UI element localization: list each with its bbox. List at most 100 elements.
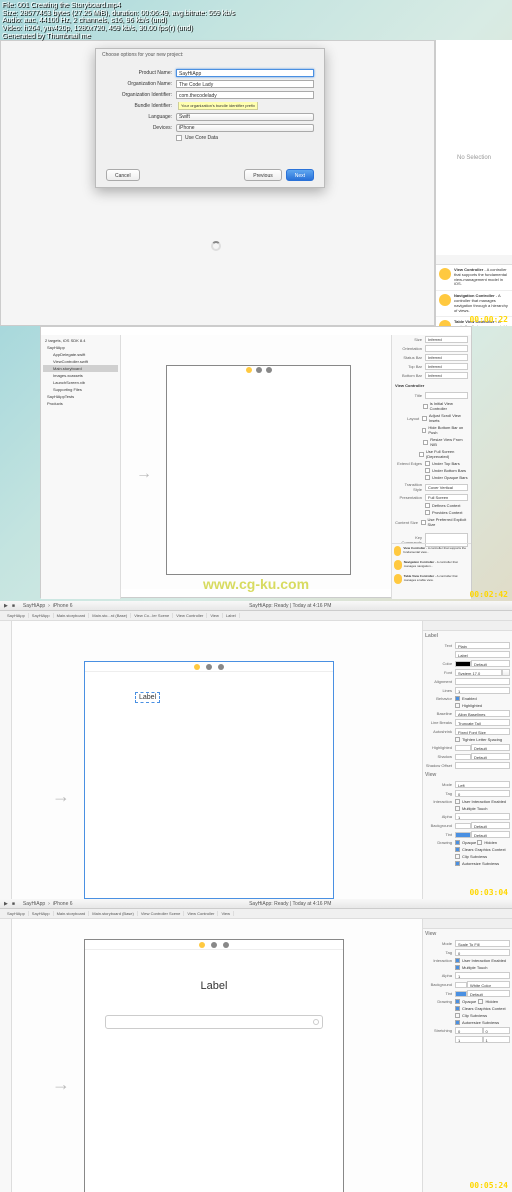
- bc-item[interactable]: View Controller Scene: [138, 911, 185, 916]
- bc-item[interactable]: SayHiApp: [4, 613, 29, 618]
- coredata-checkbox[interactable]: [176, 135, 182, 141]
- color-swatch[interactable]: [455, 661, 471, 667]
- alignment-control[interactable]: [455, 678, 510, 685]
- next-button[interactable]: Next: [286, 169, 314, 181]
- library-tab-bar[interactable]: [436, 255, 512, 265]
- previous-button[interactable]: Previous: [244, 169, 281, 181]
- vc-icon: [199, 942, 205, 948]
- nav-item[interactable]: SayHiAppTests: [43, 393, 118, 400]
- product-name-input[interactable]: SayHiApp: [176, 69, 314, 77]
- bc-item[interactable]: Main.storyboard: [54, 911, 90, 916]
- nav-item[interactable]: Products: [43, 400, 118, 407]
- view-controller-icon: [439, 268, 451, 280]
- navigator-panel: 2 targets, iOS SDK 8.4 SayHiApp AppDeleg…: [41, 335, 121, 599]
- timestamp: 00:02:42: [469, 590, 508, 599]
- label-element[interactable]: Label: [135, 692, 160, 703]
- lines-input[interactable]: 1: [455, 687, 510, 694]
- frame-4: ▶ ■ SayHiApp › iPhone 6 SayHiApp: Ready …: [0, 899, 512, 1192]
- library-item[interactable]: View Controller - A controller that supp…: [392, 544, 471, 558]
- initial-vc-checkbox[interactable]: [423, 404, 428, 409]
- highlighted-checkbox[interactable]: [455, 703, 460, 708]
- bc-item[interactable]: SayHiApp: [29, 911, 54, 916]
- bc-item[interactable]: Label: [223, 613, 240, 618]
- bc-item[interactable]: View Controller: [184, 911, 218, 916]
- inspector-tabs[interactable]: [423, 621, 512, 631]
- nav-item-selected[interactable]: Main.storyboard: [43, 365, 118, 372]
- exit-icon: [223, 942, 229, 948]
- watermark: www.cg-ku.com: [203, 576, 309, 592]
- org-name-input[interactable]: The Code Lady: [176, 80, 314, 88]
- text-style-select[interactable]: Plain: [455, 642, 510, 649]
- storyboard-canvas[interactable]: → Label: [12, 621, 422, 899]
- mode-select[interactable]: Scale To Fill: [455, 940, 510, 947]
- storyboard-canvas[interactable]: →: [121, 335, 391, 589]
- textfield-element[interactable]: [105, 1015, 323, 1029]
- scheme-app[interactable]: SayHiApp: [23, 603, 45, 609]
- frame-3: ▶ ■ SayHiApp › iPhone 6 SayHiApp: Ready …: [0, 601, 512, 899]
- library-item-nav-controller[interactable]: Navigation Controller - A controller tha…: [436, 291, 512, 317]
- font-select[interactable]: System 17.0: [455, 669, 502, 676]
- run-button[interactable]: ▶: [4, 603, 8, 609]
- scheme-device[interactable]: iPhone 6: [53, 901, 73, 907]
- library-item[interactable]: Table View Controller - A controller tha…: [392, 572, 471, 586]
- nav-icon: [394, 560, 402, 570]
- library-item-view-controller[interactable]: View Controller - A controller that supp…: [436, 265, 512, 291]
- enabled-checkbox[interactable]: [455, 696, 460, 701]
- user-interaction-checkbox[interactable]: [455, 958, 460, 963]
- bc-item[interactable]: Main.storyboard (Base): [89, 911, 138, 916]
- view-controller-scene[interactable]: Label: [84, 939, 344, 1192]
- toolbar: ▶ ■ SayHiApp › iPhone 6 SayHiApp: Ready …: [0, 899, 512, 909]
- responder-icon: [211, 942, 217, 948]
- bc-item[interactable]: View Co...ler Scene: [131, 613, 173, 618]
- bc-item[interactable]: Main.sto...rd (Base): [89, 613, 131, 618]
- bc-item[interactable]: Main.storyboard: [54, 613, 90, 618]
- language-select[interactable]: Swift: [176, 113, 314, 121]
- nav-item[interactable]: Images.xcassets: [43, 372, 118, 379]
- clear-icon: [313, 1019, 319, 1025]
- stop-button[interactable]: ■: [12, 901, 15, 907]
- video-metadata-overlay: File: 001 Creating the Storyboard.mp4 Si…: [0, 0, 237, 42]
- bc-item[interactable]: View: [218, 911, 234, 916]
- navigator-collapsed[interactable]: [0, 621, 12, 899]
- bc-item[interactable]: SayHiApp: [4, 911, 29, 916]
- view-controller-scene[interactable]: [166, 365, 351, 575]
- bg-swatch[interactable]: [455, 982, 467, 988]
- devices-select[interactable]: iPhone: [176, 124, 314, 132]
- stop-button[interactable]: ■: [12, 603, 15, 609]
- alpha-input[interactable]: 1: [455, 972, 510, 979]
- tint-swatch[interactable]: [455, 991, 467, 997]
- label-element[interactable]: Label: [201, 980, 228, 992]
- org-id-input[interactable]: com.thecodelady: [176, 91, 314, 99]
- bc-item[interactable]: View: [207, 613, 223, 618]
- font-stepper[interactable]: [502, 669, 510, 676]
- library-panel: View Controller - A controller that supp…: [392, 543, 471, 599]
- tag-input[interactable]: 0: [455, 949, 510, 956]
- frame-1: No Selection View Controller - A control…: [0, 0, 512, 326]
- nav-item[interactable]: SayHiApp: [43, 344, 118, 351]
- view-controller-scene[interactable]: Label: [84, 661, 334, 899]
- nav-item[interactable]: AppDelegate.swift: [43, 351, 118, 358]
- cancel-button[interactable]: Cancel: [106, 169, 140, 181]
- nav-item[interactable]: Supporting Files: [43, 386, 118, 393]
- scheme-device[interactable]: iPhone 6: [53, 603, 73, 609]
- run-button[interactable]: ▶: [4, 901, 8, 907]
- inspector-tabs[interactable]: [423, 919, 512, 929]
- vc-icon: [194, 664, 200, 670]
- breadcrumb: SayHiApp SayHiApp Main.storyboard Main.s…: [0, 909, 512, 919]
- size-select[interactable]: Inferred: [425, 336, 468, 343]
- library-item[interactable]: Navigation Controller - A controller tha…: [392, 558, 471, 572]
- navigator-collapsed[interactable]: [0, 919, 12, 1192]
- bc-item[interactable]: View Controller: [173, 613, 207, 618]
- no-selection-text: No Selection: [436, 155, 512, 161]
- nav-item[interactable]: ViewController.swift: [43, 358, 118, 365]
- multitouch-checkbox[interactable]: [455, 965, 460, 970]
- text-value-input[interactable]: Label: [455, 651, 510, 658]
- xcode-window: 2 targets, iOS SDK 8.4 SayHiApp AppDeleg…: [40, 326, 472, 598]
- storyboard-canvas[interactable]: → Label: [12, 919, 422, 1192]
- nav-item[interactable]: LaunchScreen.xib: [43, 379, 118, 386]
- initial-vc-arrow-icon: →: [52, 786, 70, 807]
- scheme-app[interactable]: SayHiApp: [23, 901, 45, 907]
- xcode-window: ▶ ■ SayHiApp › iPhone 6 SayHiApp: Ready …: [0, 899, 512, 1192]
- timestamp: 00:00:22: [469, 315, 508, 324]
- bc-item[interactable]: SayHiApp: [29, 613, 54, 618]
